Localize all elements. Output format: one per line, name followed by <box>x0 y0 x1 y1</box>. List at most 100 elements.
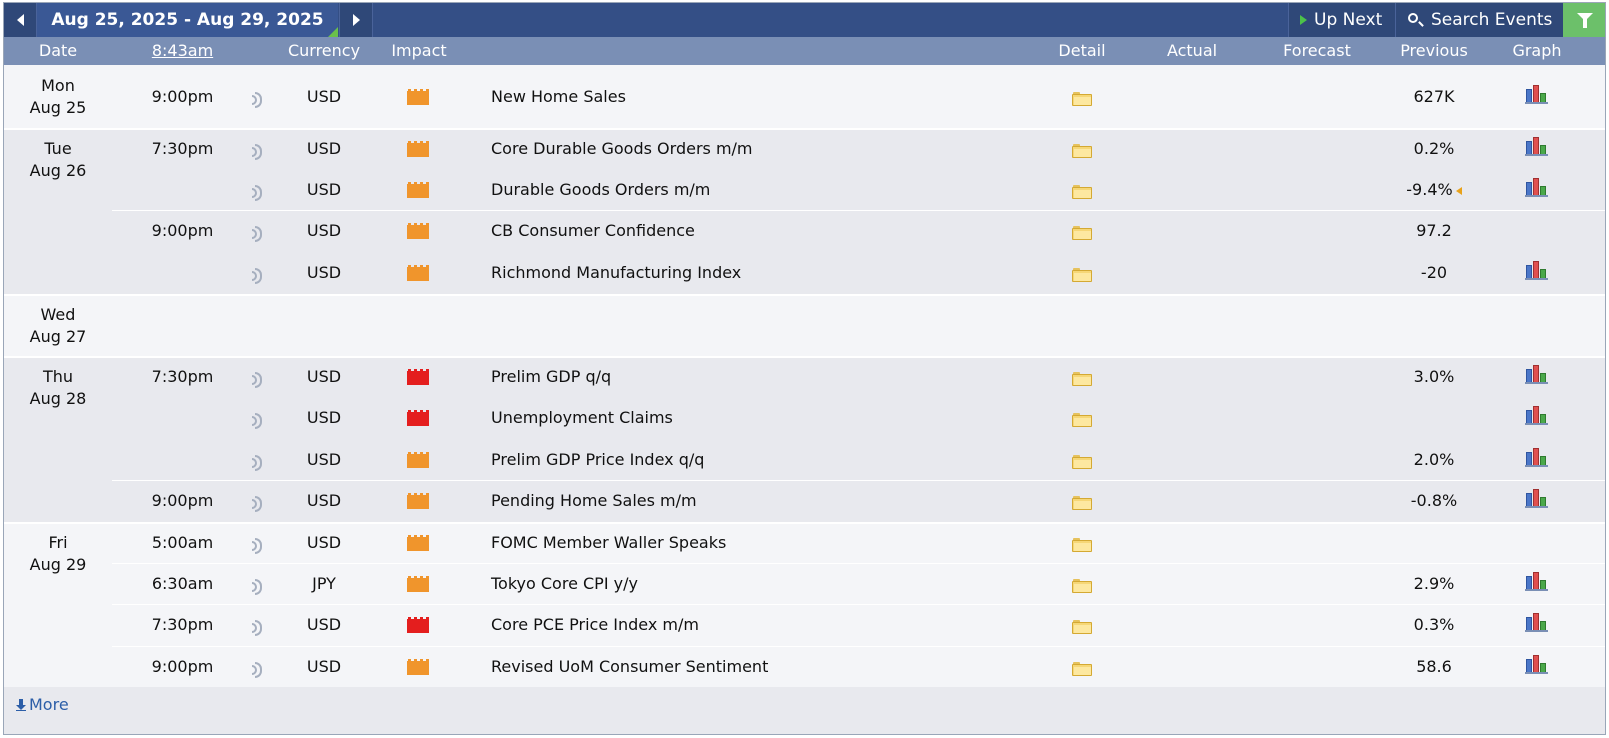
event-title[interactable]: Durable Goods Orders m/m <box>491 180 710 200</box>
up-next-label: Up Next <box>1314 10 1383 30</box>
download-arrow-icon <box>16 699 26 711</box>
event-currency: USD <box>306 221 342 240</box>
event-title[interactable]: Prelim GDP q/q <box>491 367 611 387</box>
search-events-button[interactable]: Search Events <box>1395 3 1563 37</box>
detail-folder-icon[interactable] <box>1072 184 1092 204</box>
up-next-button[interactable]: Up Next <box>1288 3 1395 37</box>
detail-folder-icon[interactable] <box>1072 619 1092 639</box>
event-time: 7:30pm <box>151 139 214 158</box>
day-date: Aug 27 <box>29 327 87 346</box>
event-row[interactable]: 7:30pm USD Prelim GDP q/q 3.0% <box>4 356 1605 397</box>
graph-chart-icon[interactable] <box>1525 365 1549 390</box>
previous-week-button[interactable] <box>4 3 37 37</box>
detail-folder-icon[interactable] <box>1072 412 1092 432</box>
graph-chart-icon[interactable] <box>1525 613 1549 638</box>
graph-chart-icon[interactable] <box>1525 655 1549 680</box>
sound-alert-icon[interactable] <box>252 90 264 110</box>
day-block: Mon Aug 25 9:00pm USD New Home Sales 627K <box>4 65 1605 128</box>
graph-chart-icon[interactable] <box>1525 85 1549 110</box>
graph-chart-icon[interactable] <box>1525 448 1549 473</box>
sound-alert-icon[interactable] <box>252 183 264 203</box>
detail-folder-icon[interactable] <box>1072 454 1092 474</box>
event-row[interactable]: USD Durable Goods Orders m/m -9.4% <box>4 169 1605 210</box>
day-cell: Wed Aug 27 <box>4 294 112 348</box>
event-currency: JPY <box>312 574 336 593</box>
event-currency: USD <box>306 408 342 427</box>
detail-folder-icon[interactable] <box>1072 91 1092 111</box>
detail-folder-icon[interactable] <box>1072 225 1092 245</box>
event-previous: 627K <box>1389 87 1479 107</box>
sound-alert-icon[interactable] <box>252 370 264 390</box>
detail-folder-icon[interactable] <box>1072 495 1092 515</box>
sound-alert-icon[interactable] <box>252 142 264 162</box>
detail-folder-icon[interactable] <box>1072 267 1092 287</box>
event-title[interactable]: Revised UoM Consumer Sentiment <box>491 657 768 677</box>
more-link[interactable]: More <box>16 695 69 714</box>
graph-chart-icon[interactable] <box>1525 406 1549 431</box>
event-title[interactable]: CB Consumer Confidence <box>491 221 695 241</box>
event-currency: USD <box>306 450 342 469</box>
sound-alert-icon[interactable] <box>252 536 264 556</box>
day-name: Wed <box>40 305 76 324</box>
header-previous: Previous <box>1400 41 1468 60</box>
event-row[interactable]: 7:30pm USD Core Durable Goods Orders m/m 0.… <box>4 128 1605 169</box>
header-date: Date <box>38 41 78 60</box>
header-current-time[interactable]: 8:43am <box>129 37 236 65</box>
graph-chart-icon[interactable] <box>1525 178 1549 203</box>
impact-medium-icon <box>407 493 429 514</box>
event-title[interactable]: Core PCE Price Index m/m <box>491 615 699 635</box>
event-time: 9:00pm <box>151 87 214 106</box>
sound-alert-icon[interactable] <box>252 494 264 514</box>
event-row[interactable]: 9:00pm USD Revised UoM Consumer Sentiment 5… <box>4 646 1605 687</box>
play-icon <box>1300 15 1307 25</box>
previous-value: 3.0% <box>1413 367 1455 386</box>
previous-value: 0.2% <box>1413 139 1455 158</box>
next-week-button[interactable] <box>339 3 373 37</box>
event-title[interactable]: Tokyo Core CPI y/y <box>491 574 638 594</box>
event-row[interactable]: 9:00pm USD Pending Home Sales m/m -0.8% <box>4 480 1605 522</box>
event-row[interactable]: 9:00pm USD New Home Sales 627K <box>4 65 1605 128</box>
event-row[interactable]: 5:00am USD FOMC Member Waller Speaks <box>4 522 1605 563</box>
detail-folder-icon[interactable] <box>1072 661 1092 681</box>
event-previous: -9.4% <box>1389 180 1479 200</box>
event-row[interactable]: 9:00pm USD CB Consumer Confidence 97.2 <box>4 210 1605 252</box>
day-block: Tue Aug 26 7:30pm USD Core Durable Goods Ord… <box>4 128 1605 294</box>
event-row[interactable]: 6:30am JPY Tokyo Core CPI y/y 2.9% <box>4 563 1605 604</box>
event-title[interactable]: Core Durable Goods Orders m/m <box>491 139 753 159</box>
detail-folder-icon[interactable] <box>1072 537 1092 557</box>
filter-icon <box>1577 13 1593 28</box>
event-title[interactable]: Prelim GDP Price Index q/q <box>491 450 704 470</box>
impact-medium-icon <box>407 89 429 110</box>
event-title[interactable]: Richmond Manufacturing Index <box>491 263 741 283</box>
event-currency: USD <box>306 139 342 158</box>
detail-folder-icon[interactable] <box>1072 143 1092 163</box>
sound-alert-icon[interactable] <box>252 224 264 244</box>
event-row[interactable]: USD Unemployment Claims <box>4 397 1605 439</box>
sound-alert-icon[interactable] <box>252 411 264 431</box>
event-title[interactable]: Unemployment Claims <box>491 408 673 428</box>
graph-chart-icon[interactable] <box>1525 261 1549 286</box>
graph-chart-icon[interactable] <box>1525 572 1549 597</box>
event-row[interactable]: USD Prelim GDP Price Index q/q 2.0% <box>4 439 1605 480</box>
event-row[interactable]: USD Richmond Manufacturing Index -20 <box>4 252 1605 294</box>
previous-value: 58.6 <box>1416 657 1452 676</box>
detail-folder-icon[interactable] <box>1072 371 1092 391</box>
sound-alert-icon[interactable] <box>252 618 264 638</box>
detail-folder-icon[interactable] <box>1072 578 1092 598</box>
header-impact: Impact <box>391 41 447 60</box>
event-title[interactable]: New Home Sales <box>491 87 626 107</box>
sound-alert-icon[interactable] <box>252 266 264 286</box>
graph-chart-icon[interactable] <box>1525 489 1549 514</box>
sound-alert-icon[interactable] <box>252 453 264 473</box>
impact-medium-icon <box>407 535 429 556</box>
sound-alert-icon[interactable] <box>252 660 264 680</box>
impact-medium-icon <box>407 659 429 680</box>
day-block: Wed Aug 27 <box>4 294 1605 356</box>
event-title[interactable]: Pending Home Sales m/m <box>491 491 697 511</box>
date-range-selector[interactable]: Aug 25, 2025 - Aug 29, 2025 <box>37 3 338 37</box>
event-title[interactable]: FOMC Member Waller Speaks <box>491 533 726 553</box>
filter-button[interactable] <box>1563 3 1605 37</box>
sound-alert-icon[interactable] <box>252 577 264 597</box>
graph-chart-icon[interactable] <box>1525 137 1549 162</box>
event-row[interactable]: 7:30pm USD Core PCE Price Index m/m 0.3% <box>4 604 1605 646</box>
